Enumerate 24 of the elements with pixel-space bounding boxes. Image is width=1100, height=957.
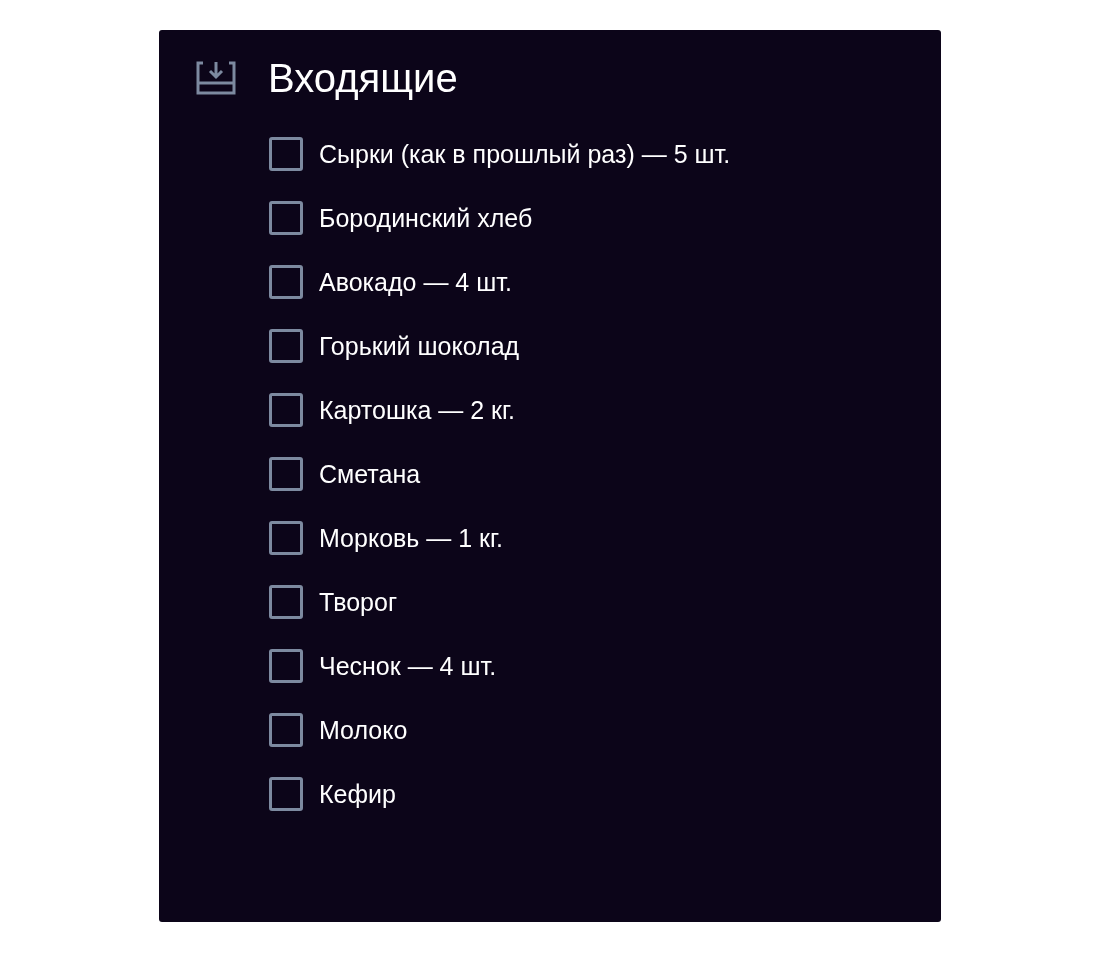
checkbox[interactable] — [269, 649, 303, 683]
checkbox[interactable] — [269, 713, 303, 747]
inbox-icon — [195, 60, 237, 96]
checkbox[interactable] — [269, 137, 303, 171]
list-title: Входящие — [268, 55, 458, 101]
item-label: Сметана — [319, 459, 421, 489]
checkbox[interactable] — [269, 265, 303, 299]
item-label: Картошка — 2 кг. — [319, 395, 516, 425]
checkbox[interactable] — [269, 585, 303, 619]
checkbox[interactable] — [269, 521, 303, 555]
item-label: Бородинский хлеб — [319, 203, 533, 233]
item-label: Чеснок — 4 шт. — [319, 651, 497, 681]
item-label: Творог — [319, 587, 397, 617]
item-label: Авокадо — 4 шт. — [319, 267, 512, 297]
item-label: Кефир — [319, 779, 396, 809]
checkbox[interactable] — [269, 777, 303, 811]
item-label: Молоко — [319, 715, 408, 745]
checkbox[interactable] — [269, 329, 303, 363]
checkbox[interactable] — [269, 457, 303, 491]
item-label: Сырки (как в прошлый раз) — 5 шт. — [319, 139, 731, 169]
checkbox[interactable] — [269, 201, 303, 235]
item-label: Горький шоколад — [319, 331, 520, 361]
checkbox[interactable] — [269, 393, 303, 427]
item-label: Морковь — 1 кг. — [319, 523, 504, 553]
